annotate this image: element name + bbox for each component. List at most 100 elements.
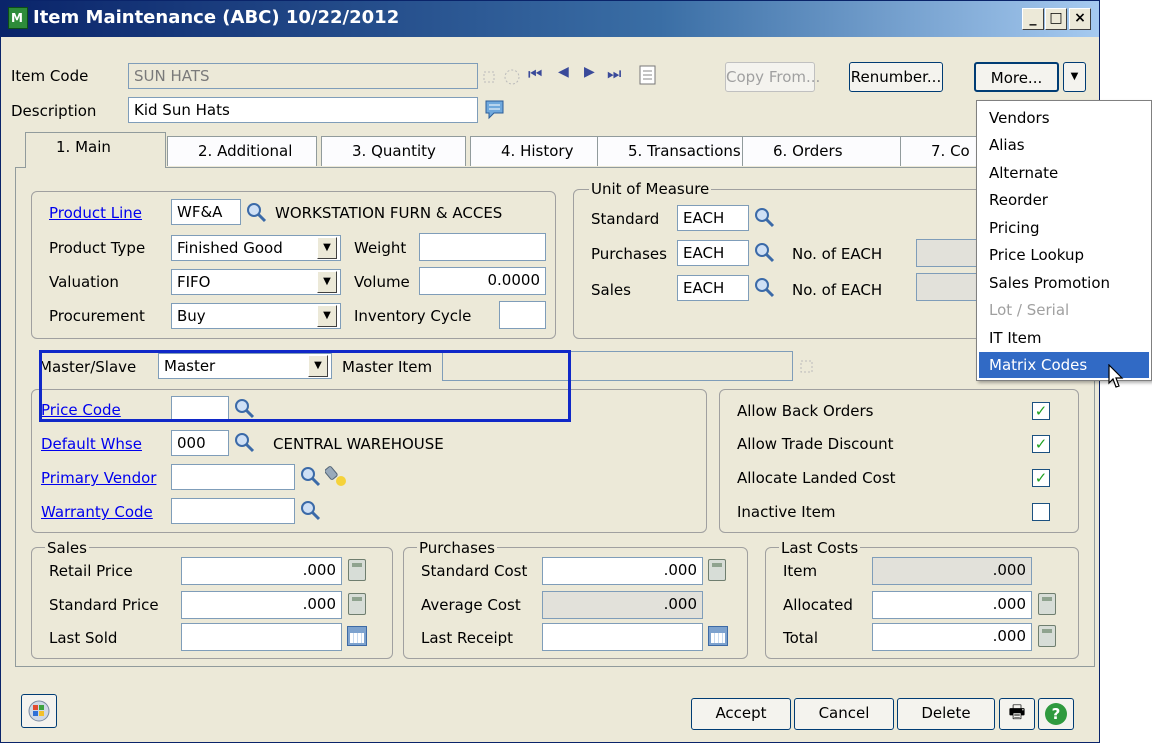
close-button[interactable]: × — [1069, 8, 1091, 30]
valuation-dropdown-arrow[interactable]: ▼ — [317, 271, 337, 293]
help-button[interactable]: ? — [1038, 698, 1074, 730]
allow-back-orders-checkbox[interactable]: ✓ — [1032, 402, 1050, 420]
warranty-code-lookup-icon[interactable] — [299, 499, 321, 521]
standard-cost-field[interactable]: .000 — [542, 557, 703, 585]
master-slave-highlight-box — [39, 350, 571, 422]
menu-item-alias[interactable]: Alias — [979, 132, 1149, 158]
valuation-label: Valuation — [49, 273, 119, 291]
warranty-code-link[interactable]: Warranty Code — [41, 503, 153, 521]
uom-sales-lookup-icon[interactable] — [753, 276, 775, 298]
standard-price-field[interactable]: .000 — [181, 591, 342, 619]
last-sold-field[interactable] — [181, 623, 342, 651]
standard-price-label: Standard Price — [49, 596, 159, 614]
total-field[interactable]: .000 — [872, 623, 1032, 651]
master-item-lookup-disabled-icon — [800, 360, 813, 373]
delete-button[interactable]: Delete — [897, 698, 995, 730]
standard-price-calculator-icon[interactable] — [348, 593, 366, 615]
allow-trade-discount-checkbox[interactable]: ✓ — [1032, 435, 1050, 453]
primary-vendor-field[interactable] — [171, 464, 295, 490]
last-receipt-field[interactable] — [542, 623, 703, 651]
tab-transactions[interactable]: 5. Transactions — [597, 136, 753, 166]
menu-item-pricing[interactable]: Pricing — [979, 215, 1149, 241]
last-sold-calendar-icon[interactable] — [347, 626, 367, 646]
purchases-group-title: Purchases — [417, 539, 497, 557]
app-icon[interactable]: M — [8, 7, 28, 29]
purchases-conversion-field — [916, 239, 978, 267]
title-bar[interactable]: M Item Maintenance (ABC) 10/22/2012 _ □ … — [1, 1, 1099, 37]
product-line-lookup-icon[interactable] — [245, 201, 267, 223]
standard-cost-calculator-icon[interactable] — [708, 559, 726, 581]
default-whse-lookup-icon[interactable] — [233, 431, 255, 453]
tab-quantity[interactable]: 3. Quantity — [321, 136, 466, 166]
tab-history[interactable]: 4. History — [470, 136, 606, 166]
inactive-item-checkbox[interactable] — [1032, 503, 1050, 521]
primary-vendor-lookup-icon[interactable] — [299, 465, 321, 487]
renumber-button[interactable]: Renumber... — [849, 62, 943, 92]
menu-item-it-item[interactable]: IT Item — [979, 325, 1149, 351]
vendor-flashlight-icon[interactable] — [325, 465, 349, 489]
tab-additional[interactable]: 2. Additional — [167, 136, 317, 166]
retail-price-field[interactable]: .000 — [181, 557, 342, 585]
app-icon-letter: M — [11, 11, 23, 25]
maximize-button[interactable]: □ — [1045, 8, 1067, 30]
product-line-link[interactable]: Product Line — [49, 204, 142, 222]
more-button[interactable]: More... — [974, 62, 1059, 92]
allocate-landed-cost-checkbox[interactable]: ✓ — [1032, 469, 1050, 487]
menu-item-sales-promotion[interactable]: Sales Promotion — [979, 270, 1149, 296]
warranty-code-field[interactable] — [171, 498, 295, 524]
comment-icon[interactable] — [484, 98, 506, 120]
notes-icon[interactable] — [639, 65, 657, 85]
uom-sales-field[interactable]: EACH — [677, 275, 749, 301]
description-field[interactable]: Kid Sun Hats — [128, 97, 478, 123]
item-code-field[interactable]: SUN HATS — [128, 63, 478, 89]
product-type-select[interactable]: Finished Good — [171, 235, 341, 261]
uom-standard-field[interactable]: EACH — [677, 205, 749, 231]
allow-back-orders-label: Allow Back Orders — [737, 402, 874, 420]
allocated-field[interactable]: .000 — [872, 591, 1032, 619]
cancel-button[interactable]: Cancel — [794, 698, 894, 730]
primary-vendor-link[interactable]: Primary Vendor — [41, 469, 156, 487]
average-cost-field: .000 — [542, 591, 703, 619]
menu-item-price-lookup[interactable]: Price Lookup — [979, 242, 1149, 268]
last-record-icon[interactable]: ⏭ — [607, 64, 621, 84]
uom-sales-label: Sales — [591, 281, 631, 299]
allocated-calculator-icon[interactable] — [1038, 593, 1056, 615]
menu-item-alternate[interactable]: Alternate — [979, 160, 1149, 186]
previous-record-icon[interactable]: ◀ — [558, 64, 569, 80]
tab-main[interactable]: 1. Main — [25, 132, 166, 168]
menu-item-vendors[interactable]: Vendors — [979, 105, 1149, 131]
tab-costs[interactable]: 7. Co — [900, 136, 978, 166]
default-whse-field[interactable]: 000 — [171, 430, 229, 456]
default-whse-link[interactable]: Default Whse — [41, 435, 142, 453]
uom-standard-lookup-icon[interactable] — [753, 206, 775, 228]
product-line-field[interactable]: WF&A — [171, 199, 241, 225]
more-dropdown-arrow[interactable]: ▼ — [1063, 62, 1086, 92]
procurement-dropdown-arrow[interactable]: ▼ — [317, 305, 337, 327]
printer-icon: 🖶 — [1008, 702, 1026, 723]
uom-purchases-field[interactable]: EACH — [677, 240, 749, 266]
menu-item-reorder[interactable]: Reorder — [979, 187, 1149, 213]
copy-from-button[interactable]: Copy From... — [725, 62, 820, 92]
procurement-select[interactable]: Buy — [171, 303, 341, 329]
window-title: Item Maintenance (ABC) 10/22/2012 — [33, 7, 400, 28]
average-cost-label: Average Cost — [421, 596, 521, 614]
first-record-icon[interactable]: ⏮ — [528, 64, 542, 84]
valuation-select[interactable]: FIFO — [171, 269, 341, 295]
inventory-cycle-field[interactable] — [499, 301, 546, 329]
accept-button[interactable]: Accept — [691, 698, 791, 730]
home-button[interactable] — [21, 694, 57, 728]
uom-purchases-lookup-icon[interactable] — [753, 241, 775, 263]
next-record-icon[interactable]: ▶ — [584, 64, 595, 80]
tab-orders[interactable]: 6. Orders — [742, 136, 905, 166]
uom-purchases-label: Purchases — [591, 245, 667, 263]
retail-price-calculator-icon[interactable] — [348, 559, 366, 581]
last-receipt-calendar-icon[interactable] — [708, 626, 728, 646]
weight-field[interactable] — [419, 233, 546, 261]
total-calculator-icon[interactable] — [1038, 625, 1056, 647]
description-label: Description — [11, 102, 97, 120]
minimize-button[interactable]: _ — [1022, 8, 1044, 30]
print-button[interactable]: 🖶 — [999, 698, 1035, 730]
weight-label: Weight — [354, 239, 407, 257]
volume-field[interactable]: 0.0000 — [419, 267, 546, 295]
product-type-dropdown-arrow[interactable]: ▼ — [317, 237, 337, 259]
